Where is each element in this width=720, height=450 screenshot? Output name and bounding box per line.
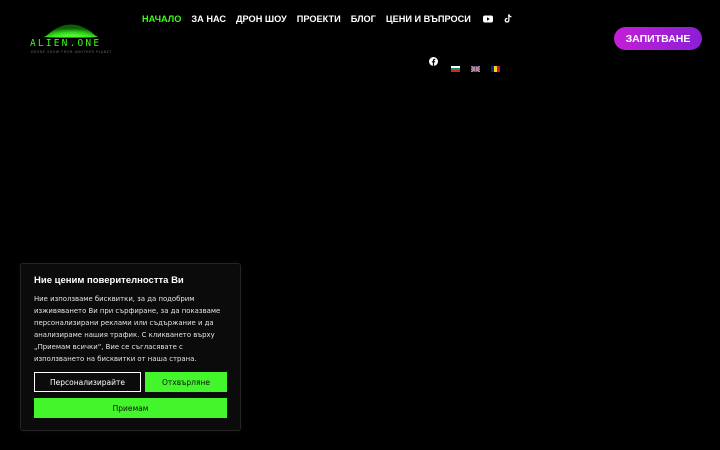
nav-item-blog[interactable]: БЛОГ [351,14,376,24]
social-language-row [429,53,511,73]
nav-item-about[interactable]: ЗА НАС [191,14,226,24]
flag-bulgaria-icon[interactable] [451,59,460,72]
youtube-icon[interactable] [482,10,493,28]
site-header: ALIEN.ONE DRONE SHOW FROM ANOTHER PLANET… [0,0,720,78]
nav-item-drone-show[interactable]: ДРОН ШОУ [236,14,287,24]
cookie-description: Ние използваме бисквитки, за да подобрим… [34,295,221,363]
tiktok-icon[interactable] [504,10,512,28]
nav-item-prices-faq[interactable]: ЦЕНИ И ВЪПРОСИ [386,14,471,24]
main-nav: НАЧАЛО ЗА НАС ДРОН ШОУ ПРОЕКТИ БЛОГ ЦЕНИ… [142,12,521,26]
page: ALIEN.ONE DRONE SHOW FROM ANOTHER PLANET… [0,0,720,450]
logo-tagline: DRONE SHOW FROM ANOTHER PLANET [31,50,112,54]
cookie-title: Ние ценим поверителността Ви [34,275,184,286]
logo-text: ALIEN.ONE [30,38,102,49]
flag-uk-icon[interactable] [470,59,481,73]
inquiry-button[interactable]: ЗАПИТВАНЕ [614,27,702,50]
site-logo[interactable]: ALIEN.ONE DRONE SHOW FROM ANOTHER PLANET [28,14,114,60]
reject-cookies-button[interactable]: Отхвърляне [145,372,227,392]
accept-cookies-button[interactable]: Приемам [34,398,227,418]
flag-romania-icon[interactable] [491,59,500,72]
nav-item-projects[interactable]: ПРОЕКТИ [297,14,341,24]
facebook-icon[interactable] [429,53,438,71]
cookie-consent-banner: Ние ценим поверителността Ви Ние използв… [20,263,241,431]
customize-cookies-button[interactable]: Персонализирайте [34,372,141,392]
nav-item-home[interactable]: НАЧАЛО [142,14,181,24]
ufo-icon [44,24,98,38]
